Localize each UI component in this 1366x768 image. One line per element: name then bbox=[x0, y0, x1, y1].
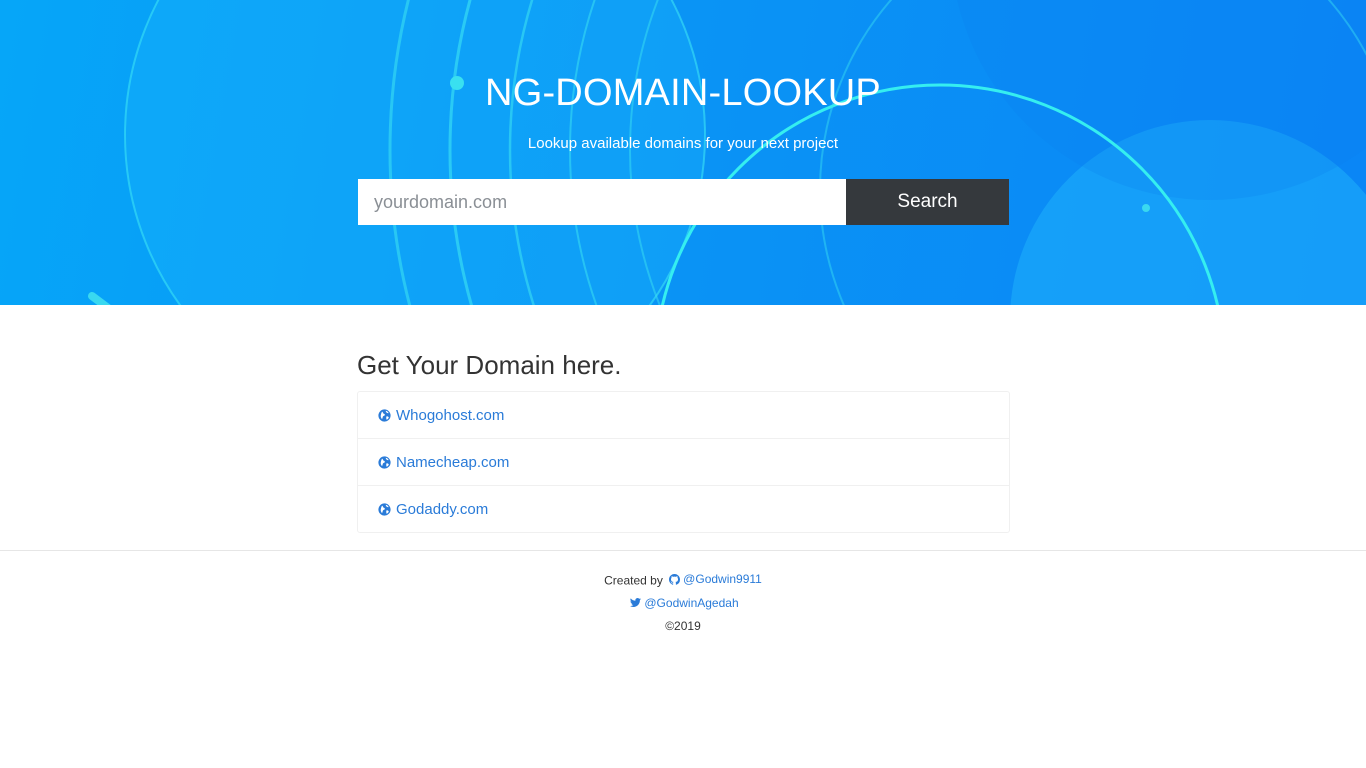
registrar-list: Whogohost.com Namecheap.com Godaddy.com bbox=[357, 391, 1010, 533]
globe-icon bbox=[378, 455, 391, 469]
registrar-label: Namecheap.com bbox=[396, 453, 510, 471]
github-icon bbox=[669, 573, 681, 585]
registrar-label: Whogohost.com bbox=[396, 406, 505, 424]
hero-banner: NG-DOMAIN-LOOKUP Lookup available domain… bbox=[0, 0, 1366, 305]
hero-background-decoration bbox=[88, 0, 1366, 305]
domain-registrars-section: Get Your Domain here. Whogohost.com Name… bbox=[357, 350, 1010, 533]
globe-icon bbox=[378, 502, 391, 516]
page-footer: Created by @Godwin9911 @GodwinAgedah ©20… bbox=[0, 550, 1366, 637]
twitter-link[interactable]: @GodwinAgedah bbox=[627, 592, 739, 614]
github-link[interactable]: @Godwin9911 bbox=[666, 568, 762, 590]
twitter-icon bbox=[630, 598, 642, 607]
twitter-handle: @GodwinAgedah bbox=[644, 595, 739, 610]
registrar-link-whogohost[interactable]: Whogohost.com bbox=[378, 407, 504, 424]
page-title: NG-DOMAIN-LOOKUP bbox=[485, 72, 881, 114]
registrar-label: Godaddy.com bbox=[396, 500, 489, 518]
search-form: Search bbox=[358, 179, 1009, 225]
footer-credit: Created by @Godwin9911 bbox=[0, 568, 1366, 592]
github-handle: @Godwin9911 bbox=[683, 572, 762, 586]
search-button[interactable]: Search bbox=[846, 179, 1009, 225]
section-heading: Get Your Domain here. bbox=[357, 350, 622, 380]
page-subtitle: Lookup available domains for your next p… bbox=[527, 135, 839, 152]
registrar-link-namecheap[interactable]: Namecheap.com bbox=[378, 454, 509, 471]
domain-search-input[interactable] bbox=[358, 179, 846, 225]
globe-icon bbox=[378, 408, 391, 422]
copyright: ©2019 bbox=[665, 619, 701, 633]
registrar-link-godaddy[interactable]: Godaddy.com bbox=[378, 501, 488, 518]
list-item: Godaddy.com bbox=[358, 485, 1009, 532]
list-item: Whogohost.com bbox=[358, 392, 1009, 438]
list-item: Namecheap.com bbox=[358, 438, 1009, 485]
footer-twitter-line: @GodwinAgedah bbox=[0, 592, 1366, 616]
created-by-text: Created by bbox=[604, 573, 663, 588]
